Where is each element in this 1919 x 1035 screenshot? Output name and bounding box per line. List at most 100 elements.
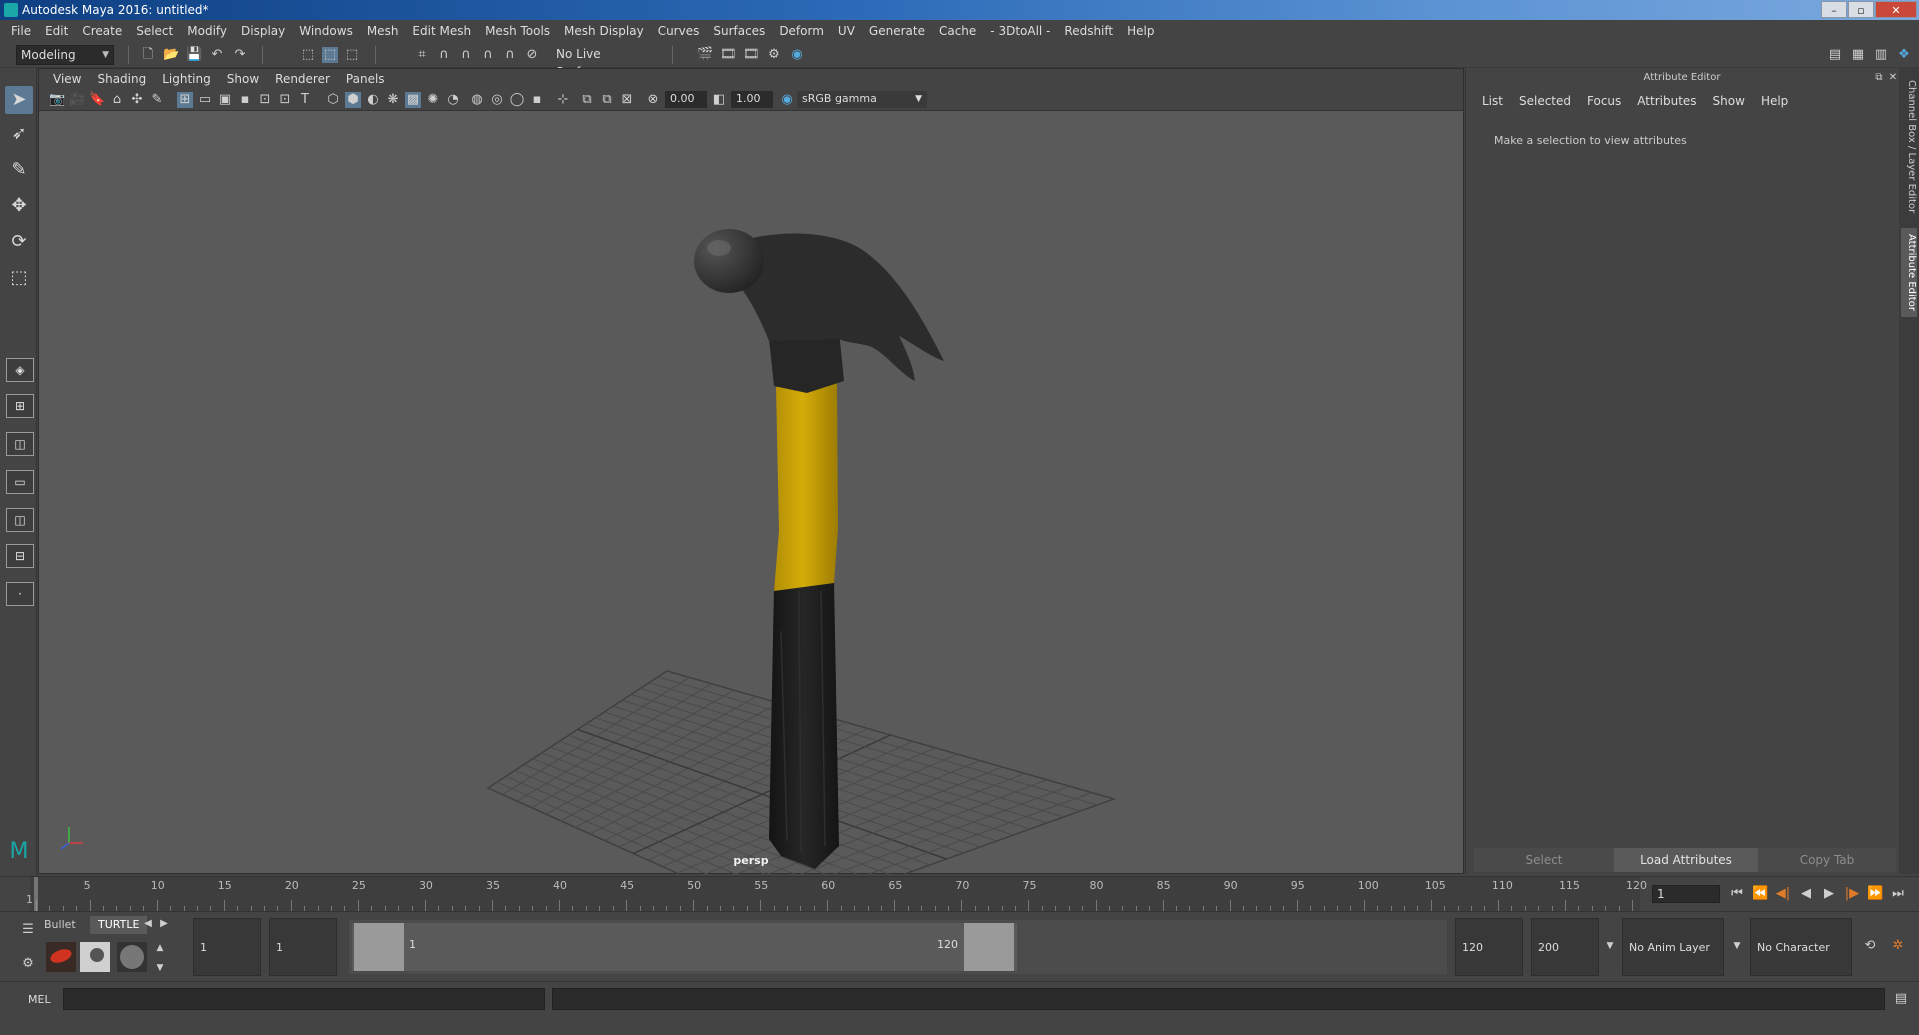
camera-attributes-icon[interactable]: 🎥 — [69, 92, 85, 108]
gamma-field[interactable]: 1.00 — [731, 91, 773, 108]
frame-selection-icon[interactable]: ⊠ — [619, 92, 635, 108]
render-settings-icon[interactable]: ⚙ — [766, 47, 782, 63]
depth-of-field-icon[interactable]: ◯ — [509, 92, 525, 108]
menu-3dtoall[interactable]: - 3DtoAll - — [983, 24, 1057, 38]
character-set-dropdown[interactable]: No Character Set — [1750, 918, 1852, 1012]
two-pane-layout-icon[interactable]: ◫ — [6, 432, 34, 456]
exposure-reset-icon[interactable]: ⊗ — [645, 92, 661, 108]
select-object-icon[interactable]: ⬚ — [322, 47, 338, 63]
safe-title-icon[interactable]: T — [297, 92, 313, 108]
graph-editor-layout-icon[interactable]: ◫ — [6, 508, 34, 532]
grid-toggle-icon[interactable]: ⊞ — [177, 92, 193, 108]
start-time-field[interactable]: 1 — [193, 918, 261, 976]
hypershade-layout-icon[interactable]: ⊟ — [6, 544, 34, 568]
menu-create[interactable]: Create — [75, 24, 129, 38]
step-forward-key-icon[interactable]: ⏩ — [1867, 886, 1883, 902]
auto-key-icon[interactable]: ⟲ — [1862, 938, 1878, 954]
menu-mesh-display[interactable]: Mesh Display — [557, 24, 651, 38]
viewport-menu-renderer[interactable]: Renderer — [267, 72, 338, 86]
turtle-sphere-icon[interactable] — [117, 942, 147, 972]
attr-menu-list[interactable]: List — [1474, 94, 1511, 108]
attribute-editor-toggle-icon[interactable]: ▦ — [1850, 47, 1866, 63]
attr-menu-selected[interactable]: Selected — [1511, 94, 1579, 108]
snap-curve-icon[interactable]: ∩ — [436, 47, 452, 63]
animation-preferences-icon[interactable]: ✲ — [1890, 938, 1906, 954]
playback-start-field[interactable]: 1 — [269, 918, 337, 976]
xray-icon[interactable]: ▩ — [405, 92, 421, 108]
menu-mesh[interactable]: Mesh — [360, 24, 406, 38]
motion-blur-icon[interactable]: ◍ — [469, 92, 485, 108]
menu-surfaces[interactable]: Surfaces — [706, 24, 772, 38]
viewport-menu-panels[interactable]: Panels — [338, 72, 393, 86]
shelf-tab-turtle[interactable]: TURTLE — [90, 916, 148, 934]
two-d-pan-icon[interactable]: ✣ — [129, 92, 145, 108]
go-to-start-icon[interactable]: ⏮ — [1729, 886, 1745, 902]
gate-mask-icon[interactable]: ▪ — [237, 92, 253, 108]
menu-help[interactable]: Help — [1120, 24, 1161, 38]
menu-edit[interactable]: Edit — [38, 24, 75, 38]
shelf-scroll-up-icon[interactable]: ▲ — [152, 940, 168, 956]
grease-pencil-icon[interactable]: ✎ — [149, 92, 165, 108]
select-hierarchy-icon[interactable]: ⬚ — [300, 47, 316, 63]
open-scene-icon[interactable]: 📂 — [163, 47, 179, 63]
tool-settings-icon[interactable]: ▥ — [1873, 47, 1889, 63]
custom-layout-icon[interactable]: · — [6, 582, 34, 606]
attr-menu-attributes[interactable]: Attributes — [1629, 94, 1704, 108]
snap-view-icon[interactable]: ∩ — [480, 47, 496, 63]
menu-windows[interactable]: Windows — [292, 24, 360, 38]
color-management-icon[interactable]: ◉ — [779, 92, 795, 108]
channel-box-icon[interactable]: ❖ — [1896, 47, 1912, 63]
xray-joints-icon[interactable]: ⊹ — [555, 92, 571, 108]
copy-tab-button[interactable]: Copy Tab — [1758, 848, 1896, 872]
turtle-bake-icon[interactable] — [80, 942, 110, 972]
shelf-tab-bullet[interactable]: Bullet — [36, 916, 84, 934]
menu-uv[interactable]: UV — [831, 24, 862, 38]
scene-canvas[interactable] — [39, 111, 1465, 875]
resolution-gate-icon[interactable]: ▣ — [217, 92, 233, 108]
ipr-render-icon[interactable]: 🎞 — [743, 47, 760, 63]
go-to-end-icon[interactable]: ⏭ — [1890, 886, 1906, 902]
menu-display[interactable]: Display — [234, 24, 292, 38]
menu-edit-mesh[interactable]: Edit Mesh — [405, 24, 478, 38]
viewport-menu-view[interactable]: View — [45, 72, 89, 86]
new-scene-icon[interactable]: 🗋 — [140, 47, 156, 63]
menu-curves[interactable]: Curves — [651, 24, 707, 38]
lasso-tool-icon[interactable]: ➶ — [5, 120, 33, 148]
use-default-material-icon[interactable]: ⧉ — [579, 92, 595, 108]
play-backwards-icon[interactable]: ◀ — [1798, 886, 1814, 902]
minimize-button[interactable]: – — [1821, 1, 1847, 18]
shelf-next-icon[interactable]: ▶ — [156, 916, 172, 932]
step-back-key-icon[interactable]: ⏪ — [1752, 886, 1768, 902]
make-live-icon[interactable]: ⊘ — [524, 47, 540, 63]
gamma-reset-icon[interactable]: ◧ — [711, 92, 727, 108]
viewport-menu-show[interactable]: Show — [219, 72, 267, 86]
undo-icon[interactable]: ↶ — [209, 47, 225, 63]
snap-point-icon[interactable]: ∩ — [458, 47, 474, 63]
anti-alias-icon[interactable]: ◎ — [489, 92, 505, 108]
select-button[interactable]: Select — [1474, 848, 1614, 872]
time-ruler[interactable]: 1 5 10 15 20 25 30 35 40 45 50 55 60 65 70 75 80 85 90 95 10… — [26, 877, 1647, 912]
current-frame-field[interactable]: 1 — [1652, 885, 1720, 903]
menu-generate[interactable]: Generate — [862, 24, 932, 38]
isolate-select-icon[interactable]: ▪ — [529, 92, 545, 108]
load-attributes-button[interactable]: Load Attributes — [1614, 848, 1758, 872]
smooth-shade-icon[interactable]: ⬢ — [345, 92, 361, 108]
command-input[interactable] — [63, 988, 545, 1010]
render-view-icon[interactable]: 🎬 — [697, 47, 713, 63]
chevron-down-icon[interactable]: ▼ — [1729, 938, 1745, 954]
select-component-icon[interactable]: ⬚ — [344, 47, 360, 63]
snap-grid-icon[interactable]: ⌗ — [414, 47, 430, 63]
modeling-toolkit-icon[interactable]: ▤ — [1827, 47, 1843, 63]
outliner-layout-icon[interactable]: ▭ — [6, 470, 34, 494]
snap-surface-icon[interactable]: ∩ — [502, 47, 518, 63]
frame-all-icon[interactable]: ⧉ — [599, 92, 615, 108]
save-scene-icon[interactable]: 💾 — [186, 47, 202, 63]
safe-action-icon[interactable]: ⊡ — [277, 92, 293, 108]
hypershade-icon[interactable]: ◉ — [789, 47, 805, 63]
menu-set-dropdown[interactable]: Modeling ▼ — [16, 45, 114, 65]
menu-cache[interactable]: Cache — [932, 24, 983, 38]
film-gate-icon[interactable]: ▭ — [197, 92, 213, 108]
menu-file[interactable]: File — [4, 24, 38, 38]
shelf-settings-icon[interactable]: ⚙ — [20, 956, 36, 972]
view-transform-dropdown[interactable]: sRGB gamma ▼ — [797, 91, 927, 108]
